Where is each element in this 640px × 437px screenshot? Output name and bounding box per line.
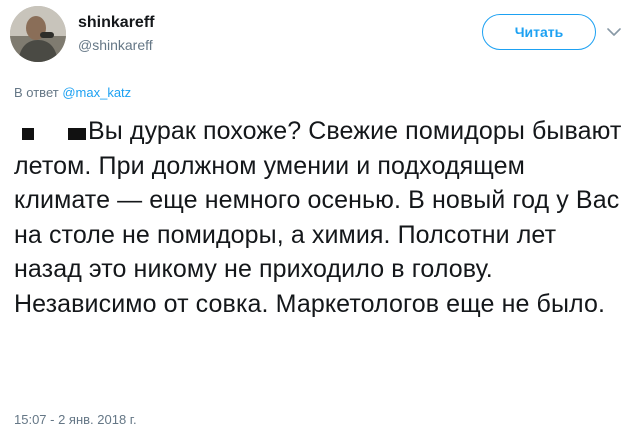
tweet-timestamp[interactable]: 15:07 - 2 янв. 2018 г. (14, 412, 137, 427)
chevron-down-icon (607, 27, 621, 36)
reply-context: В ответ @max_katz (14, 85, 131, 100)
tweet-menu-button[interactable] (604, 22, 624, 42)
user-photo-avatar-icon (10, 6, 66, 62)
author-display-name[interactable]: shinkareff (78, 14, 154, 32)
reply-prefix: В ответ (14, 85, 59, 100)
tweet-text-block: Вы дурак похоже? Свежие помидоры бывают … (14, 114, 626, 321)
reply-mention-link[interactable]: @max_katz (62, 85, 131, 100)
redaction-mark (22, 128, 34, 140)
author-handle[interactable]: @shinkareff (78, 37, 153, 53)
redaction-mark (68, 128, 86, 140)
tweet-text: Вы дурак похоже? Свежие помидоры бывают … (14, 117, 622, 318)
tweet-card: shinkareff @shinkareff Читать В ответ @m… (0, 0, 640, 437)
follow-button[interactable]: Читать (482, 14, 596, 50)
avatar[interactable] (10, 6, 66, 62)
